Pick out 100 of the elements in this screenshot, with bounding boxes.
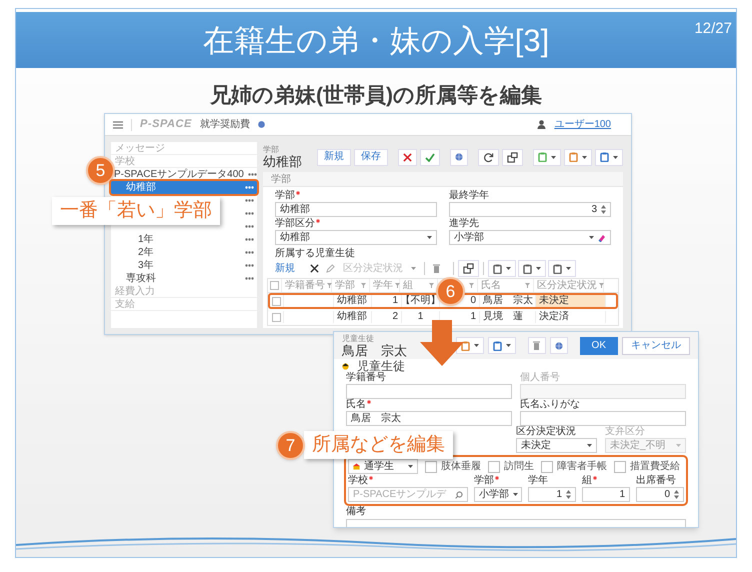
filter-icon [599, 283, 604, 288]
icon-button[interactable] [478, 148, 499, 166]
column-header: 学年 [373, 280, 393, 290]
toolbar-button[interactable]: 保存 [354, 148, 388, 166]
caret-icon [427, 236, 432, 239]
checkbox[interactable] [270, 281, 279, 290]
field-label: 学部区分 [275, 219, 320, 229]
dropdown-button[interactable] [518, 260, 546, 277]
filter-icon [327, 283, 332, 288]
checkbox-label: 措置費受給 [630, 460, 680, 474]
field-label: 出席番号 [636, 476, 676, 486]
field-label: 備考 [346, 507, 366, 517]
required-mark [367, 400, 371, 404]
user-link[interactable]: ユーザー100 [554, 117, 623, 132]
input-field[interactable] [520, 411, 686, 426]
filter-icon [361, 283, 366, 288]
status-dropdown[interactable]: 通学生 [348, 459, 418, 474]
input-field[interactable]: 小学部 [474, 487, 522, 502]
logo: P-SPACE [140, 117, 192, 132]
more-icon [245, 264, 254, 267]
icon-button[interactable] [502, 148, 523, 166]
checkbox[interactable] [541, 460, 553, 472]
field-label: 氏名ふりがな [520, 400, 580, 410]
window-icon [507, 152, 518, 162]
input-field[interactable]: 0 [636, 487, 684, 502]
dropdown-button[interactable] [533, 148, 561, 166]
column-header: 学部 [335, 280, 355, 290]
field-label: 組 [582, 476, 597, 486]
input-field[interactable]: 幼稚部 [275, 230, 437, 245]
check-icon [425, 152, 435, 162]
table-cell: 1 [372, 295, 402, 307]
more-icon [245, 251, 254, 254]
checkbox[interactable] [272, 296, 281, 306]
required-mark [593, 476, 597, 480]
ok-button[interactable]: OK [580, 336, 618, 354]
input-field[interactable]: 1 [582, 487, 630, 502]
caret-icon [408, 465, 413, 468]
field-label: 最終学年 [449, 191, 489, 201]
column-header: 学籍番号 [285, 280, 325, 290]
eraser-icon [598, 234, 606, 242]
checkbox[interactable] [488, 460, 500, 472]
window-icon [463, 263, 474, 274]
field-label: 進学先 [449, 219, 479, 229]
trash-icon [432, 264, 440, 273]
more-icon [248, 173, 257, 176]
input-field[interactable]: 幼稚部 [275, 202, 437, 217]
tree-item[interactable]: 専攻科 [111, 272, 257, 285]
trash-icon [533, 341, 540, 350]
filter-icon [469, 283, 474, 288]
input-field[interactable] [346, 384, 512, 399]
caret-icon [513, 493, 518, 496]
tree-item[interactable]: 幼稚部 [111, 181, 257, 194]
filter-icon [429, 283, 434, 288]
dropdown-button[interactable] [456, 337, 484, 354]
caret-icon [411, 267, 416, 270]
column-header: 組 [403, 280, 413, 290]
toolbar-button[interactable]: 新規 [317, 148, 351, 166]
table-cell: 2 [372, 311, 402, 323]
globe-icon [455, 153, 463, 161]
field-label: 学籍番号 [346, 373, 386, 383]
dropdown-button[interactable] [564, 148, 592, 166]
filter-icon [395, 283, 400, 288]
dropdown-button[interactable] [488, 337, 516, 354]
input-field[interactable]: 鳥居 宗太 [346, 411, 512, 426]
page-number: 12/27 [694, 19, 732, 39]
caret-icon [587, 444, 592, 447]
menu-icon [113, 120, 123, 128]
input-field[interactable]: 小学部 [449, 230, 611, 245]
input-field[interactable] [520, 384, 686, 399]
user-icon [537, 120, 546, 129]
checkbox-label: 障害者手帳 [557, 460, 607, 474]
caret-icon [536, 267, 541, 270]
dropdown-button[interactable] [595, 148, 623, 166]
column-header: 氏名 [481, 280, 501, 290]
caret-icon [582, 156, 587, 158]
tree-item[interactable]: 1年 [111, 233, 257, 246]
new-link[interactable]: 新規 [271, 264, 299, 274]
input-field[interactable]: 1 [528, 487, 576, 502]
app-name: 就学奨励費 [200, 118, 250, 132]
dropdown-button[interactable] [488, 260, 516, 277]
cancel-button[interactable]: キャンセル [622, 336, 690, 354]
input-field[interactable]: 未決定 [516, 438, 597, 453]
spinner-icon [674, 490, 679, 499]
icon-button[interactable] [458, 260, 479, 277]
slide-subtitle: 兄姉の弟妹(世帯員)の所属等を編集 [208, 83, 543, 109]
refresh-icon [483, 152, 494, 162]
caret-icon [589, 236, 594, 239]
checkbox[interactable] [425, 460, 437, 472]
input-field[interactable]: 3 [449, 202, 611, 217]
checkbox-label: 訪問生 [504, 460, 534, 474]
more-icon [245, 238, 254, 241]
caret-icon [613, 156, 618, 158]
checkbox[interactable] [272, 312, 281, 322]
field-label: 個人番号 [520, 373, 560, 383]
tree-item[interactable]: 2年 [111, 246, 257, 259]
checkbox[interactable] [614, 460, 626, 472]
dropdown-button[interactable] [548, 260, 576, 277]
tree-item[interactable]: 3年 [111, 259, 257, 272]
pencil-icon [326, 264, 334, 273]
required-mark [296, 191, 300, 195]
